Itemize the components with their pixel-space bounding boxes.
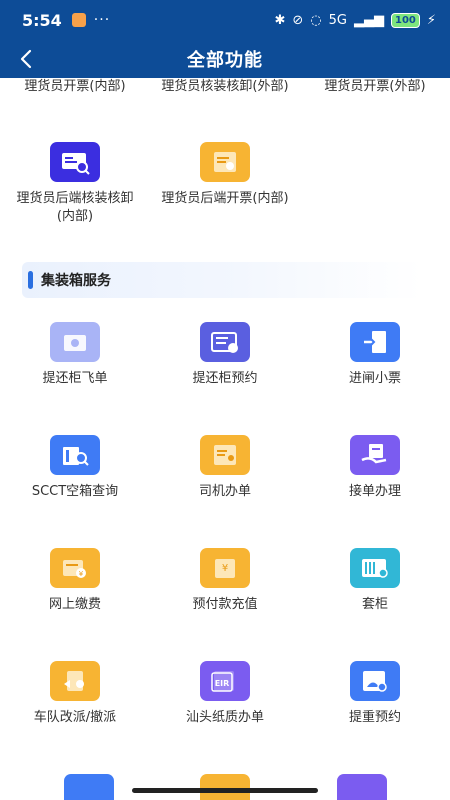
container-plus-icon [350,548,400,588]
page-title: 全部功能 [187,50,263,71]
eir-document-icon: EIR [200,661,250,701]
mail-app-icon [71,13,86,27]
bluetooth-icon: ✱ [274,12,286,28]
eir-badge: EIR [215,679,230,688]
grid-item-driver-document[interactable]: 司机办单 [150,435,300,505]
function-list[interactable]: 理货员开票(内部) 理货员核装核卸(外部) 理货员开票(外部) 理货员后端核装核… [0,78,450,800]
section-title: 集装箱服务 [41,273,111,289]
grid-item-tally-backend-check[interactable]: 理货员后端核装核卸(内部) [0,142,150,232]
item-label: 理货员开票(内部) [24,79,126,94]
item-label: 提还柜预约 [192,371,258,386]
back-arrow-icon[interactable] [14,45,40,73]
pickup-appointment-icon [350,661,400,701]
title-bar: 全部功能 [0,40,450,78]
item-label: SCCT空箱查询 [31,484,119,499]
grid-item-fleet-reassign[interactable]: 车队改派/撤派 [0,661,150,731]
section-header-container-services: 集装箱服务 [22,262,422,298]
grid-item-container-set[interactable]: 套柜 [300,548,450,618]
item-label: 套柜 [361,597,388,612]
grid-item-scct-empty-query[interactable]: SCCT空箱查询 [0,435,150,505]
wallet-icon: ¥ [200,548,250,588]
item-label: 预付款充值 [192,597,258,612]
charging-icon: ⚡ [426,12,436,28]
battery-icon: 100 [390,12,420,28]
network-type: 5G [328,12,347,28]
item-label: 司机办单 [198,484,251,499]
grid-item-tally-invoice-external[interactable]: 理货员开票(外部) [300,78,450,96]
camera-icon [50,322,100,362]
grid-item-gate-in-ticket[interactable]: 进闸小票 [300,322,450,392]
document-edit-icon [200,142,250,182]
item-label: 接单办理 [348,484,401,499]
item-label: 进闸小票 [348,371,401,386]
app-icon[interactable] [200,774,250,800]
grid-item-pickup-return-ticket[interactable]: 提还柜飞单 [0,322,150,392]
item-label: 汕头纸质办单 [185,710,264,725]
grid-item-tally-backend-invoice[interactable]: 理货员后端开票(内部) [150,142,300,232]
status-time: 5:54 [22,10,62,30]
svg-text:¥: ¥ [222,563,228,574]
grid-item-heavy-pickup-appointment[interactable]: 提重预约 [300,661,450,731]
item-label: 提重预约 [348,710,401,725]
status-bar: 5:54 ··· ✱ ⊘ ◌ 5G ▂▄▆ 100 ⚡ [0,0,450,40]
item-label: 车队改派/撤派 [33,710,117,725]
grid-item-tally-check-external[interactable]: 理货员核装核卸(外部) [150,78,300,96]
item-label: 理货员开票(外部) [324,79,426,94]
section-accent-bar [28,271,33,289]
item-label: 理货员后端开票(内部) [161,191,289,206]
app-icon[interactable] [337,774,387,800]
signal-icon: ▂▄▆ [353,12,384,28]
grid-item-prepaid-topup[interactable]: ¥ 预付款充值 [150,548,300,618]
wifi-off-icon: ◌ [310,12,322,28]
svg-text:¥: ¥ [79,570,84,578]
grid-item-online-payment[interactable]: ¥ 网上缴费 [0,548,150,618]
item-label: 理货员后端核装核卸(内部) [16,191,134,224]
grid-item-tally-invoice-internal[interactable]: 理货员开票(内部) [0,78,150,96]
app-icon[interactable] [64,774,114,800]
container-search-icon [50,435,100,475]
grid-item-order-accept[interactable]: 接单办理 [300,435,450,505]
door-enter-icon [350,322,400,362]
home-indicator[interactable] [132,788,318,793]
more-notifications-icon: ··· [93,12,111,28]
app-header: 5:54 ··· ✱ ⊘ ◌ 5G ▂▄▆ 100 ⚡ 全部功能 [0,0,450,78]
hand-document-icon [350,435,400,475]
fleet-reassign-icon [50,661,100,701]
item-label: 理货员核装核卸(外部) [161,79,289,94]
receipt-search-icon [50,142,100,182]
grid-item-shantou-paper-document[interactable]: EIR 汕头纸质办单 [150,661,300,731]
driver-document-icon [200,435,250,475]
item-label: 提还柜飞单 [42,371,108,386]
link-icon: ⊘ [292,12,304,28]
grid-item-pickup-return-appointment[interactable]: 提还柜预约 [150,322,300,392]
calendar-icon [200,322,250,362]
payment-icon: ¥ [50,548,100,588]
item-label: 网上缴费 [48,597,101,612]
